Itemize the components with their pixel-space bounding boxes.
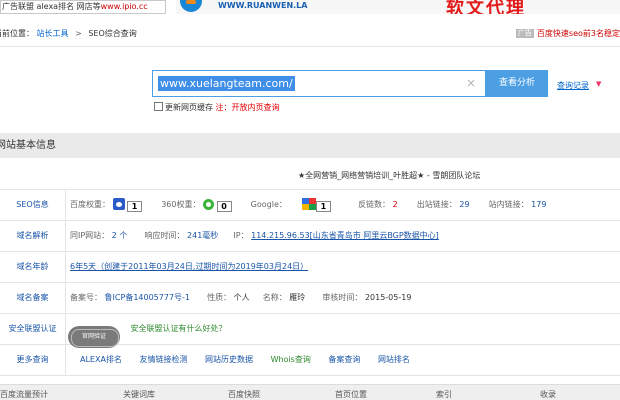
row-content-seo: 百度权重： 1 360权重： 0 Google： 1 反链数： 2 出站链接： … [70,190,546,220]
row-label-more[interactable]: 更多查询 [0,345,66,375]
breadcrumb: 当前位置： 站长工具 > SEO综合查询 广告百度快速seo前3名稳定 [0,24,620,44]
search-input[interactable]: www.xuelangteam.com/ × [152,70,486,97]
row-label-age[interactable]: 域名年龄 [0,252,66,282]
row-label-cert[interactable]: 安全联盟认证 [0,314,66,344]
icp-nature-label: 性质： [207,293,232,302]
q360-weight-value[interactable]: 0 [216,201,232,212]
breadcrumb-current: SEO综合查询 [88,29,137,38]
breadcrumb-label: 当前位置： [0,29,34,38]
table-row-dns: 域名解析 同IP网站： 2 个 响应时间： 241毫秒 IP： 114.215.… [0,221,620,252]
google-pr-value[interactable]: 1 [315,201,331,212]
icp-nature-value: 个人 [233,293,250,302]
table-row-age: 域名年龄 6年5天（创建于2011年03月24日,过期时间为2019年03月24… [0,252,620,283]
response-time-label: 响应时间： [144,231,185,240]
domain-age-value[interactable]: 6年5天（创建于2011年03月24日,过期时间为2019年03月24日） [70,262,308,271]
text-ad-label: 百度快速seo前3名稳定 [536,29,620,38]
same-ip-value[interactable]: 2 个 [112,231,128,240]
analyze-button[interactable]: 查看分析 [486,70,548,97]
ip-label: IP： [233,231,249,240]
divider [0,46,620,47]
col-keywords: 关键词库 [123,390,155,399]
table-row-seo: SEO信息 百度权重： 1 360权重： 0 Google： 1 反链数： 2 … [0,190,620,221]
ad-right-slogan: 软文代理 [446,0,526,14]
table-row-icp: 域名备案 备案号： 鲁ICP备14005777号-1 性质： 个人 名称： 雁玲… [0,283,620,314]
ad-banner-left[interactable]: 广告联盟 alexa排名 网店等www.ipio.cc [0,0,166,14]
whois-link[interactable]: Whois查询 [271,355,311,364]
cache-note: 注：开放内页查询 [215,103,280,112]
q360-icon [203,199,215,210]
response-time-value: 241毫秒 [187,231,219,240]
col-traffic: 百度流量预计 [0,390,48,399]
row-content-cert: 官网验证 安全联盟认证有什么好处？ [68,314,227,348]
same-ip-label: 同IP网站： [70,231,110,240]
row-label-dns[interactable]: 域名解析 [0,221,66,251]
ad-strip: 广告联盟 alexa排名 网店等www.ipio.cc WWW.RUANWEN.… [0,0,620,16]
info-table: SEO信息 百度权重： 1 360权重： 0 Google： 1 反链数： 2 … [0,189,620,376]
baidu-weight-value[interactable]: 1 [127,201,143,212]
update-cache-checkbox[interactable] [154,102,163,111]
table-row-cert: 安全联盟认证 官网验证 安全联盟认证有什么好处？ [0,314,620,348]
icp-number-label: 备案号： [70,293,102,302]
backlinks-value[interactable]: 2 [393,200,398,209]
icp-date-label: 审核时间： [322,293,363,302]
breadcrumb-separator: > [75,29,82,38]
ad-tag: 广告 [515,29,534,38]
row-content-more: ALEXA排名 友情链接检测 网站历史数据 Whois查询 备案查询 网站排名 [80,345,425,375]
ip-value[interactable]: 114.215.96.53[山东省青岛市 阿里云BGP数据中心] [251,231,439,240]
icp-number-value[interactable]: 鲁ICP备14005777号-1 [105,293,190,302]
site-rank-link[interactable]: 网站排名 [378,355,410,364]
inlinks-value[interactable]: 179 [531,200,546,209]
section-title: 网站基本信息 [0,133,620,158]
outlinks-label: 出站链接： [416,200,457,209]
ruanwen-logo-icon [180,0,202,12]
col-position: 首页位置 [335,390,367,399]
query-history-link[interactable]: 查询记录 [557,80,589,91]
chevron-down-icon[interactable]: ▼ [596,80,601,88]
history-data-link[interactable]: 网站历史数据 [205,355,253,364]
row-label-seo[interactable]: SEO信息 [0,190,66,220]
site-title: ★全网营销_网络营销培训_叶胜超★ - 雪朗团队论坛 [298,171,481,180]
backlinks-label: 反链数： [358,200,391,209]
update-cache-label: 更新网页缓存 [165,103,213,112]
row-content-dns: 同IP网站： 2 个 响应时间： 241毫秒 IP： 114.215.96.53… [70,221,439,251]
outlinks-value[interactable]: 29 [459,200,469,209]
icp-query-link[interactable]: 备案查询 [328,355,360,364]
clear-icon[interactable]: × [466,76,476,91]
ad-left-text: 广告联盟 alexa排名 网店等 [2,2,101,11]
icp-name-value: 雁玲 [289,293,306,302]
ad-right-site: WWW.RUANWEN.LA [218,1,308,10]
col-index: 索引 [436,390,452,399]
table-row-more: 更多查询 ALEXA排名 友情链接检测 网站历史数据 Whois查询 备案查询 … [0,345,620,376]
cache-option: 更新网页缓存 注：开放内页查询 [154,102,280,114]
q360-weight-label: 360权重： [161,200,201,209]
text-ad[interactable]: 广告 百度快速seo前3名稳定 [515,24,620,44]
breadcrumb-link-tools[interactable]: 站长工具 [37,29,69,38]
col-snapshot: 百度快照 [228,390,260,399]
baidu-weight-label: 百度权重： [70,200,110,209]
inlinks-label: 站内链接： [488,200,529,209]
results-header: 百度流量预计 关键词库 百度快照 首页位置 索引 收录 [0,384,620,400]
ad-banner-right[interactable]: WWW.RUANWEN.LA 软文代理 [176,0,620,14]
row-content-icp: 备案号： 鲁ICP备14005777号-1 性质： 个人 名称： 雁玲 审核时间… [70,283,411,313]
section-title-text: 网站基本信息 [0,140,56,151]
row-label-icp[interactable]: 域名备案 [0,283,66,313]
icp-date-value: 2015-05-19 [364,293,412,302]
cert-benefit-link[interactable]: 安全联盟认证有什么好处？ [131,324,227,333]
row-content-age: 6年5天（创建于2011年03月24日,过期时间为2019年03月24日） [70,252,308,282]
search-input-value: www.xuelangteam.com/ [158,76,295,91]
ad-left-url: www.ipio.cc [100,2,148,11]
icp-name-label: 名称： [262,293,287,302]
google-label: Google： [250,200,287,209]
alexa-link[interactable]: ALEXA排名 [80,355,122,364]
friend-link-check-link[interactable]: 友情链接检测 [139,355,187,364]
security-seal-text: 官网验证 [81,333,106,340]
baidu-paw-icon [112,198,125,210]
col-indexed: 收录 [540,390,556,399]
google-pr-icon [301,198,316,210]
